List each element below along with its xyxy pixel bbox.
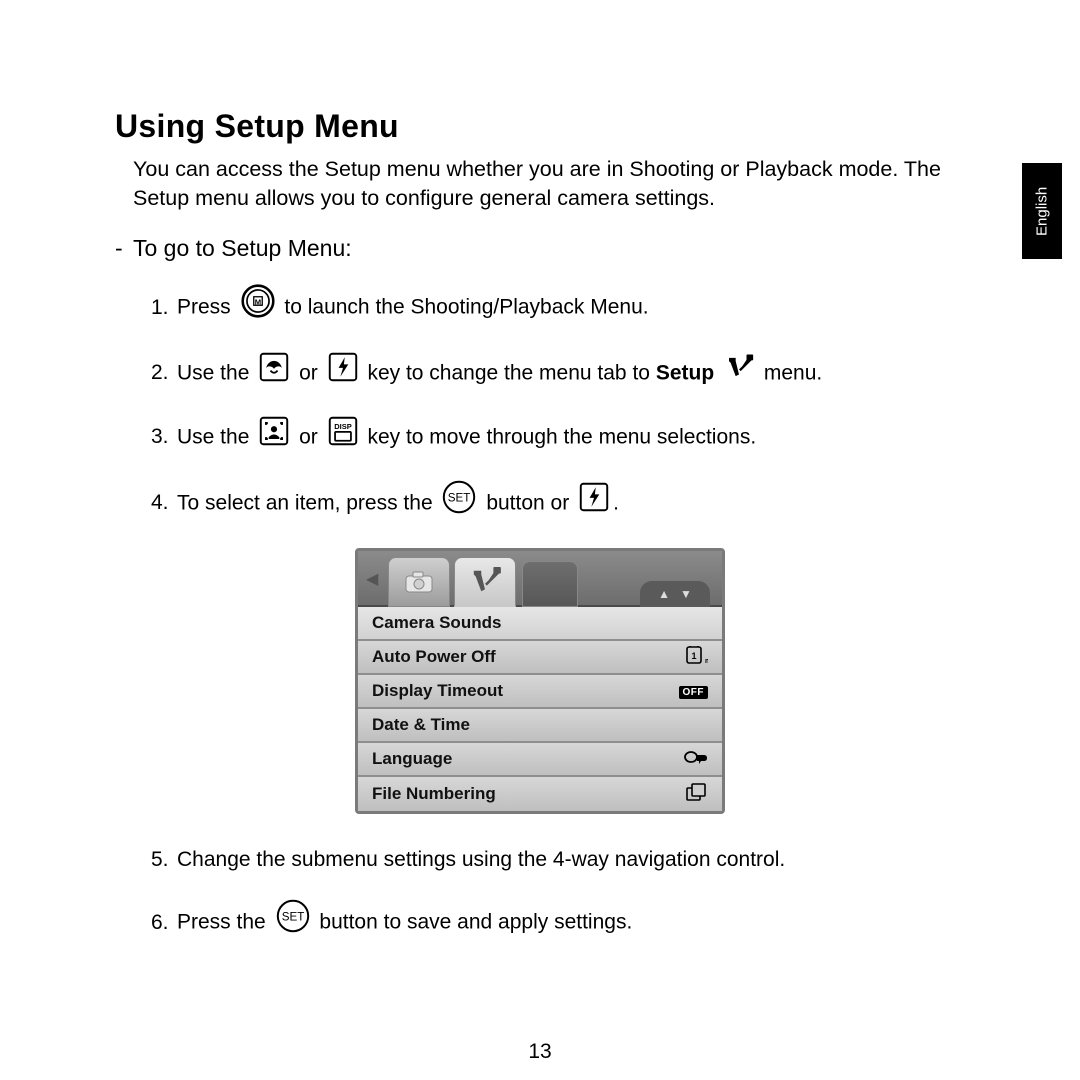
menu-button-icon: M	[241, 284, 275, 332]
setup-tab-active	[454, 557, 516, 607]
left-macro-key-icon	[259, 352, 289, 396]
svg-text:1: 1	[691, 651, 696, 661]
menu-row-camera-sounds: Camera Sounds	[358, 607, 722, 641]
svg-text:SET: SET	[448, 491, 471, 504]
menu-item-label: File Numbering	[372, 784, 496, 804]
menu-item-value: OFF	[679, 683, 709, 698]
svg-text:M: M	[254, 297, 260, 306]
menu-list: Camera Sounds Auto Power Off min 1 Displa…	[358, 607, 722, 811]
right-flash-key-icon	[579, 482, 609, 526]
language-side-tab: English	[1022, 163, 1062, 259]
set-button-icon: SET	[276, 899, 310, 947]
camera-tab	[388, 557, 450, 607]
menu-item-label: Display Timeout	[372, 681, 503, 701]
tab-placeholder	[522, 561, 578, 607]
svg-text:min: min	[705, 658, 708, 664]
up-down-indicator: ▲▼	[640, 581, 710, 607]
intro-paragraph: You can access the Setup menu whether yo…	[133, 155, 965, 213]
svg-text:DISP: DISP	[334, 422, 352, 431]
menu-tab-bar: ◀ ▲▼	[358, 551, 722, 607]
page-content: Using Setup Menu You can access the Setu…	[115, 108, 965, 967]
subheading: -To go to Setup Menu:	[115, 235, 965, 262]
down-disp-key-icon: DISP	[328, 416, 358, 460]
menu-row-display-timeout: Display Timeout OFF	[358, 675, 722, 709]
svg-text:SET: SET	[281, 911, 304, 924]
menu-item-label: Date & Time	[372, 715, 470, 735]
step-1: 1.Press M to launch the Shooting/Playbac…	[151, 284, 965, 332]
steps-list-continued: 5.Change the submenu settings using the …	[151, 840, 965, 948]
setup-menu-screenshot: ◀ ▲▼ Camera Sounds Auto Power Off	[355, 548, 725, 814]
right-flash-key-icon	[328, 352, 358, 396]
step-2: 2.Use the or key to change the menu tab …	[151, 352, 965, 396]
menu-item-label: Language	[372, 749, 452, 769]
set-button-icon: SET	[442, 480, 476, 528]
steps-list: 1.Press M to launch the Shooting/Playbac…	[151, 284, 965, 528]
setup-tools-icon	[724, 352, 754, 396]
step-3: 3.Use the or DISP key to move through th…	[151, 416, 965, 460]
up-facedetect-key-icon	[259, 416, 289, 460]
menu-item-value: min 1	[686, 646, 708, 667]
step-4: 4.To select an item, press the SET butto…	[151, 480, 965, 528]
menu-row-auto-power-off: Auto Power Off min 1	[358, 641, 722, 675]
menu-item-label: Auto Power Off	[372, 647, 496, 667]
menu-row-file-numbering: File Numbering	[358, 777, 722, 811]
step-5: 5.Change the submenu settings using the …	[151, 840, 965, 880]
menu-item-label: Camera Sounds	[372, 613, 501, 633]
page-title: Using Setup Menu	[115, 108, 965, 145]
tab-left-arrow-icon: ◀	[366, 569, 378, 589]
menu-row-date-time: Date & Time	[358, 709, 722, 743]
menu-item-value	[686, 783, 708, 804]
page-number: 13	[0, 1040, 1080, 1064]
menu-row-language: Language	[358, 743, 722, 777]
menu-item-value	[684, 749, 708, 768]
step-6: 6.Press the SET button to save and apply…	[151, 899, 965, 947]
